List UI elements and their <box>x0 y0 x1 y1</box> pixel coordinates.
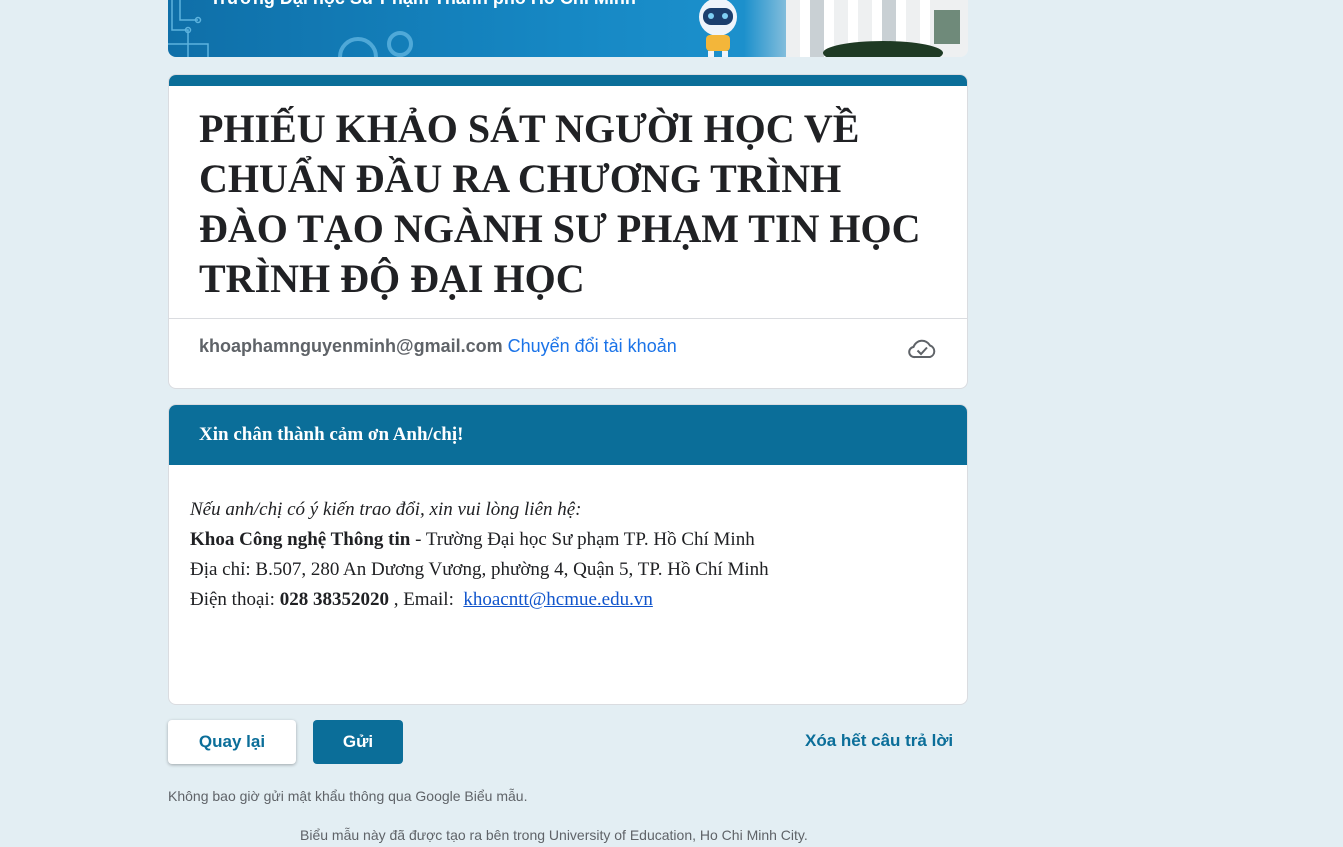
password-warning: Không bao giờ gửi mật khẩu thông qua Goo… <box>168 788 528 804</box>
email-label: , Email: <box>388 589 459 610</box>
cloud-check-icon <box>908 339 936 359</box>
section-description: Nếu anh/chị có ý kiến trao đổi, xin vui … <box>169 465 967 615</box>
contact-email-link[interactable]: khoacntt@hcmue.edu.vn <box>463 589 653 610</box>
contact-intro: Nếu anh/chị có ý kiến trao đổi, xin vui … <box>190 499 582 520</box>
phone-number: 028 38352020 <box>279 589 389 610</box>
created-in-note: Biểu mẫu này đã được tạo ra bên trong Un… <box>300 827 808 843</box>
clear-form-button[interactable]: Xóa hết câu trả lời <box>805 731 953 751</box>
banner-title: Trường Đại học Sư Phạm Thành phố Hồ Chí … <box>210 0 636 9</box>
section-header: Xin chân thành cảm ơn Anh/chị! <box>169 405 967 465</box>
back-button[interactable]: Quay lại <box>168 720 296 764</box>
submit-button[interactable]: Gửi <box>313 720 403 764</box>
accent-bar <box>169 75 967 86</box>
robot-mascot-icon <box>699 0 737 57</box>
switch-account-link[interactable]: Chuyển đổi tài khoản <box>508 336 677 356</box>
form-title-card: PHIẾU KHẢO SÁT NGƯỜI HỌC VỀ CHUẨN ĐẦU RA… <box>168 74 968 389</box>
account-email: khoaphamnguyenminh@gmail.com <box>199 336 503 356</box>
form-title: PHIẾU KHẢO SÁT NGƯỜI HỌC VỀ CHUẨN ĐẦU RA… <box>199 106 921 301</box>
header-banner: Trường Đại học Sư Phạm Thành phố Hồ Chí … <box>168 0 968 57</box>
phone-label: Điện thoại: <box>190 589 280 610</box>
divider <box>169 318 967 319</box>
university-name: - Trường Đại học Sư phạm TP. Hồ Chí Minh <box>410 529 755 550</box>
address-line: Địa chỉ: B.507, 280 An Dương Vương, phườ… <box>190 559 769 580</box>
account-row: khoaphamnguyenminh@gmail.com Chuyển đổi … <box>199 336 677 357</box>
department-name: Khoa Công nghệ Thông tin <box>190 529 411 550</box>
building-photo <box>786 0 968 57</box>
thank-you-section: Xin chân thành cảm ơn Anh/chị! Nếu anh/c… <box>168 404 968 705</box>
